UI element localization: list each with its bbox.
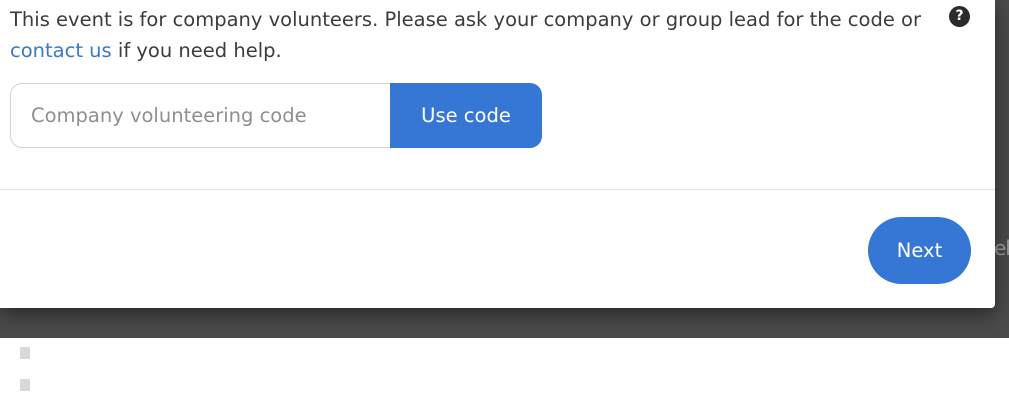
question-circle-icon[interactable]: ?: [949, 6, 970, 27]
page-background: [0, 338, 1009, 409]
placeholder-square: [20, 379, 30, 391]
code-input-group: Use code: [10, 83, 542, 148]
company-volunteer-notice: This event is for company volunteers. Pl…: [10, 4, 930, 66]
notice-text-end: if you need help.: [111, 39, 282, 62]
contact-us-link[interactable]: contact us: [10, 39, 112, 62]
notice-text: This event is for company volunteers. Pl…: [10, 8, 921, 31]
company-code-input[interactable]: [10, 83, 390, 148]
volunteer-code-modal: This event is for company volunteers. Pl…: [0, 0, 995, 308]
next-button[interactable]: Next: [868, 217, 971, 284]
modal-footer-divider: [0, 189, 995, 190]
background-partial-text: el: [994, 236, 1009, 260]
use-code-button[interactable]: Use code: [390, 83, 542, 148]
placeholder-square: [20, 347, 30, 359]
